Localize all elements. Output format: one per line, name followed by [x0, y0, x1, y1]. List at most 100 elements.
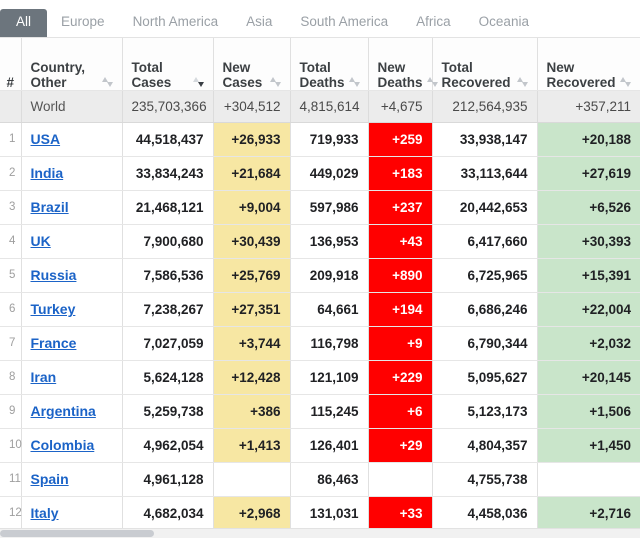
sort-icon-total-deaths[interactable] [348, 75, 360, 89]
sort-icon-total-recovered[interactable] [516, 75, 528, 89]
cell-country: Russia [21, 258, 123, 293]
cell-new-deaths: +237 [368, 190, 433, 225]
cell-new-deaths: +43 [368, 224, 433, 259]
cell-new-deaths: +890 [368, 258, 433, 293]
cell-total-deaths: 86,463 [290, 462, 369, 497]
cell-new-cases: +9,004 [213, 190, 291, 225]
country-link[interactable]: Russia [31, 267, 77, 283]
cell-total-recovered: 5,095,627 [432, 360, 538, 395]
column-header-total-recovered[interactable]: Total Recovered [432, 38, 538, 91]
tab-all[interactable]: All [0, 9, 48, 37]
cell-country: India [21, 156, 123, 191]
column-header-index[interactable]: # [0, 38, 22, 91]
cell-country: World [21, 90, 123, 123]
cell-total-recovered: 4,458,036 [432, 496, 538, 531]
cell-total-cases: 33,834,243 [122, 156, 214, 191]
cell-new-recovered: +15,391 [537, 258, 640, 293]
cell-total-cases: 4,961,128 [122, 462, 214, 497]
country-link[interactable]: Iran [31, 369, 57, 385]
cell-new-deaths [368, 462, 433, 497]
cell-new-recovered: +1,506 [537, 394, 640, 429]
cell-new-recovered: +20,188 [537, 122, 640, 157]
cell-new-deaths: +29 [368, 428, 433, 463]
column-header-country[interactable]: Country, Other [21, 38, 123, 91]
cell-new-recovered: +22,004 [537, 292, 640, 327]
cell-total-deaths: 449,029 [290, 156, 369, 191]
cell-index: 5 [0, 258, 22, 293]
cell-new-recovered: +2,716 [537, 496, 640, 531]
cell-total-cases: 4,962,054 [122, 428, 214, 463]
sort-icon-new-recovered[interactable] [620, 75, 631, 89]
column-header-total-recovered-label: Total Recovered [441, 59, 511, 90]
cell-new-cases: +21,684 [213, 156, 291, 191]
cell-index: 11 [0, 462, 22, 497]
column-header-new-recovered[interactable]: New Recovered [537, 38, 640, 91]
column-header-new-deaths[interactable]: New Deaths [368, 38, 438, 91]
column-header-new-cases[interactable]: New Cases [213, 38, 291, 91]
country-link[interactable]: UK [31, 233, 51, 249]
country-link[interactable]: Argentina [31, 403, 96, 419]
cell-total-cases: 7,586,536 [122, 258, 214, 293]
cell-index: 12 [0, 496, 22, 531]
table-row: 6 Turkey 7,238,267 +27,351 64,661 +194 6,686,2… [0, 292, 640, 327]
country-link[interactable]: Turkey [31, 301, 76, 317]
cell-total-recovered: 212,564,935 [432, 90, 538, 123]
cell-new-cases: +27,351 [213, 292, 291, 327]
tab-north-america[interactable]: North America [119, 9, 233, 37]
horizontal-scrollbar-thumb[interactable] [0, 530, 154, 537]
cell-new-deaths: +183 [368, 156, 433, 191]
cell-new-deaths: +33 [368, 496, 433, 531]
cell-index: 4 [0, 224, 22, 259]
country-link[interactable]: USA [31, 131, 61, 147]
table-row: 7 France 7,027,059 +3,744 116,798 +9 6,790,344… [0, 326, 640, 361]
cell-new-deaths: +4,675 [368, 90, 433, 123]
sort-icon-new-deaths[interactable] [426, 75, 438, 89]
tab-oceania[interactable]: Oceania [465, 9, 543, 37]
column-header-new-deaths-label: New Deaths [377, 59, 423, 90]
cell-new-recovered: +1,450 [537, 428, 640, 463]
country-link[interactable]: France [31, 335, 77, 351]
country-link[interactable]: Colombia [31, 437, 95, 453]
cell-total-cases: 7,027,059 [122, 326, 214, 361]
tab-asia[interactable]: Asia [232, 9, 286, 37]
sort-icon-new-cases[interactable] [269, 75, 281, 89]
table-row-world: World 235,703,366 +304,512 4,815,614 +4,… [0, 90, 640, 123]
cell-country: Brazil [21, 190, 123, 225]
cell-new-deaths: +9 [368, 326, 433, 361]
column-header-total-deaths[interactable]: Total Deaths [290, 38, 369, 91]
cell-total-recovered: 6,417,660 [432, 224, 538, 259]
cell-country: Argentina [21, 394, 123, 429]
cell-index: 1 [0, 122, 22, 157]
column-header-total-cases[interactable]: Total Cases [122, 38, 214, 91]
cell-country: Italy [21, 496, 123, 531]
tab-europe[interactable]: Europe [47, 9, 119, 37]
cell-total-deaths: 597,986 [290, 190, 369, 225]
table-row: 1 USA 44,518,437 +26,933 719,933 +259 33,938,1… [0, 122, 640, 157]
country-link[interactable]: Spain [31, 471, 69, 487]
cell-total-recovered: 6,790,344 [432, 326, 538, 361]
horizontal-scrollbar[interactable] [0, 528, 640, 538]
country-link[interactable]: Brazil [31, 199, 69, 215]
table-header: # Country, Other Total Cases New Cases T… [0, 38, 640, 91]
cell-country: USA [21, 122, 123, 157]
sort-icon-country[interactable] [101, 75, 113, 89]
country-link[interactable]: India [31, 165, 64, 181]
cell-country: Turkey [21, 292, 123, 327]
cell-country: Colombia [21, 428, 123, 463]
covid-table-container: # Country, Other Total Cases New Cases T… [0, 38, 640, 538]
country-link[interactable]: Italy [31, 505, 59, 521]
cell-new-deaths: +6 [368, 394, 433, 429]
table-row: 11 Spain 4,961,128 86,463 4,755,738 [0, 462, 640, 497]
cell-country: Iran [21, 360, 123, 395]
cell-total-deaths: 4,815,614 [290, 90, 369, 123]
column-header-new-recovered-label: New Recovered [546, 59, 616, 90]
cell-index: 7 [0, 326, 22, 361]
cell-new-cases: +304,512 [213, 90, 291, 123]
tab-south-america[interactable]: South America [286, 9, 402, 37]
cell-new-deaths: +194 [368, 292, 433, 327]
cell-total-recovered: 20,442,653 [432, 190, 538, 225]
cell-total-recovered: 6,686,246 [432, 292, 538, 327]
sort-icon-total-cases[interactable] [192, 75, 204, 89]
tab-africa[interactable]: Africa [402, 9, 465, 37]
cell-index: 6 [0, 292, 22, 327]
